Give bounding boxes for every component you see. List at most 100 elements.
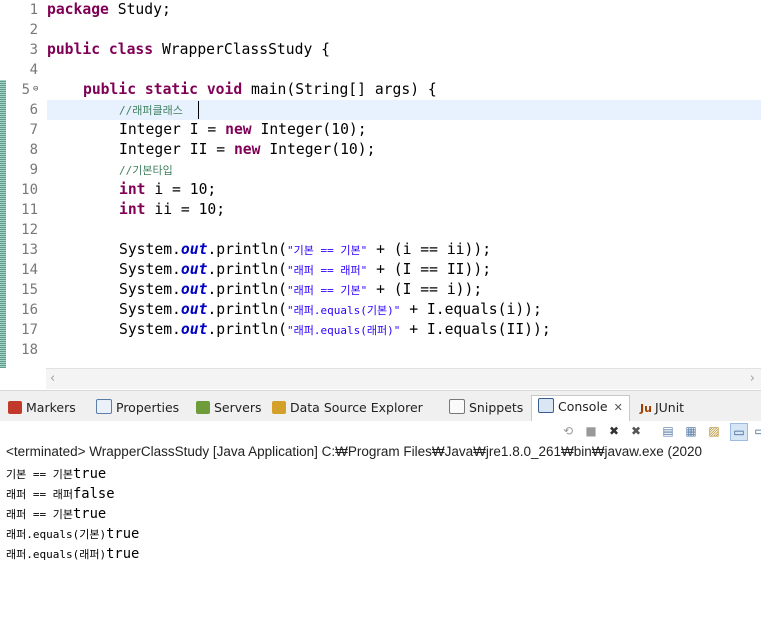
- tab-label: Markers: [26, 400, 76, 415]
- console-toolbar: ⟲ ■ ✖ ✖ ▤ ▦ ▨ ▭ ▭: [0, 421, 761, 442]
- code-token: + (I == i));: [367, 281, 483, 298]
- code-line-14: System.out.println("래퍼 == 래퍼" + (I == II…: [119, 260, 491, 280]
- close-icon[interactable]: ✕: [614, 401, 623, 414]
- console-line: 래퍼.equals(래퍼)true: [6, 544, 139, 564]
- tab-markers[interactable]: Markers: [8, 397, 76, 419]
- code-token: + (i == ii));: [367, 241, 492, 258]
- properties-icon: [96, 399, 112, 414]
- scroll-right-icon[interactable]: ›: [750, 371, 755, 386]
- code-token: Integer(10);: [260, 141, 376, 158]
- code-token: main(String[] args) {: [242, 81, 437, 98]
- tab-label: Snippets: [469, 400, 524, 415]
- scroll-lock-icon[interactable]: ▦: [683, 423, 699, 439]
- output-value: true: [72, 466, 107, 482]
- word-wrap-icon[interactable]: ▨: [706, 423, 722, 439]
- code-line-3: public class WrapperClassStudy {: [47, 40, 330, 60]
- output-text: 래퍼 == 기본: [6, 508, 73, 521]
- terminate-icon[interactable]: ■: [583, 423, 599, 439]
- field-token: out: [180, 321, 208, 338]
- tab-label: Console: [558, 399, 608, 414]
- snippets-icon: [449, 399, 465, 414]
- console-line: 래퍼 == 기본true: [6, 504, 106, 524]
- console-line: 래퍼 == 래퍼false: [6, 484, 115, 504]
- code-token: WrapperClassStudy {: [153, 41, 330, 58]
- servers-icon: [196, 401, 210, 414]
- code-token: + I.equals(II));: [400, 321, 551, 338]
- code-token: ii = 10;: [145, 201, 226, 218]
- code-line-6: //래퍼클래스: [119, 100, 183, 120]
- code-token: + I.equals(i));: [400, 301, 542, 318]
- output-value: true: [106, 546, 140, 562]
- line-number: 10: [21, 182, 38, 198]
- junit-icon: Ju: [640, 402, 652, 415]
- code-token: .println(: [207, 261, 288, 278]
- tab-label: Servers: [214, 400, 262, 415]
- code-token: + (I == II));: [367, 261, 492, 278]
- line-number: 8: [29, 142, 38, 158]
- keyword: new: [233, 141, 261, 158]
- tab-label: Properties: [116, 400, 180, 415]
- keyword: package: [47, 1, 109, 18]
- line-number: 2: [29, 22, 38, 38]
- code-token: System.: [119, 321, 181, 338]
- output-text: 래퍼.equals(기본): [6, 528, 107, 541]
- terminate-all-icon[interactable]: ⟲: [560, 423, 576, 439]
- code-token: i = 10;: [145, 181, 217, 198]
- output-value: true: [72, 506, 107, 522]
- field-token: out: [180, 241, 208, 258]
- text-caret: [198, 101, 199, 119]
- line-number: 14: [21, 262, 38, 278]
- display-selected-console-icon[interactable]: ▭: [752, 423, 761, 439]
- code-line-8: Integer II = new Integer(10);: [119, 140, 375, 160]
- keyword: public: [83, 81, 137, 98]
- tab-label: Data Source Explorer: [290, 400, 423, 415]
- remove-all-terminated-icon[interactable]: ✖: [628, 423, 644, 439]
- tab-console[interactable]: Console ✕: [531, 395, 630, 423]
- clear-console-icon[interactable]: ▤: [660, 423, 676, 439]
- line-number: 9: [29, 162, 38, 178]
- line-number: 11: [21, 202, 38, 218]
- code-line-17: System.out.println("래퍼.equals(래퍼)" + I.e…: [119, 320, 551, 340]
- fold-collapse-icon[interactable]: ⊖: [33, 84, 38, 94]
- tab-snippets[interactable]: Snippets: [449, 397, 523, 419]
- overview-ruler: [0, 0, 6, 368]
- keyword: void: [206, 81, 243, 98]
- change-ruler-band: [0, 80, 6, 368]
- code-token: .println(: [207, 241, 288, 258]
- line-number: 18: [21, 342, 38, 358]
- pin-console-icon[interactable]: ▭: [730, 423, 748, 441]
- console-icon: [538, 398, 554, 413]
- horizontal-scrollbar[interactable]: ‹ ›: [46, 368, 761, 389]
- output-value: false: [72, 486, 115, 502]
- line-number: 5: [21, 82, 30, 98]
- code-editor[interactable]: 1 2 3 4 5 6 7 8 9 10 11 12 13 14 15 16 1…: [0, 0, 761, 368]
- tab-data-source-explorer[interactable]: Data Source Explorer: [272, 397, 423, 419]
- output-text: 래퍼.equals(래퍼): [6, 548, 107, 561]
- console-line: 기본 == 기본true: [6, 464, 106, 484]
- line-number: 13: [21, 242, 38, 258]
- line-number: 3: [29, 42, 38, 58]
- data-source-icon: [272, 401, 286, 414]
- console-line: 래퍼.equals(기본)true: [6, 524, 139, 544]
- string-literal: "래퍼 == 기본": [287, 284, 368, 297]
- tab-junit[interactable]: Ju JUnit: [640, 397, 684, 419]
- field-token: out: [180, 261, 208, 278]
- keyword: static: [144, 81, 198, 98]
- code-token: System.: [119, 301, 181, 318]
- tab-properties[interactable]: Properties: [96, 397, 179, 419]
- code-token: System.: [119, 241, 181, 258]
- remove-launch-icon[interactable]: ✖: [606, 423, 622, 439]
- line-number: 1: [29, 2, 38, 18]
- code-line-1: package Study;: [47, 0, 171, 20]
- code-token: .println(: [207, 281, 288, 298]
- tab-servers[interactable]: Servers: [196, 397, 262, 419]
- string-literal: "래퍼.equals(기본)": [287, 304, 401, 317]
- line-number: 7: [29, 122, 38, 138]
- string-literal: "기본 == 기본": [287, 244, 368, 257]
- scroll-left-icon[interactable]: ‹: [50, 371, 55, 386]
- line-number: 12: [21, 222, 38, 238]
- string-literal: "래퍼.equals(래퍼)": [287, 324, 401, 337]
- keyword: new: [225, 121, 252, 138]
- line-number: 4: [29, 62, 38, 78]
- code-line-15: System.out.println("래퍼 == 기본" + (I == i)…: [119, 280, 482, 300]
